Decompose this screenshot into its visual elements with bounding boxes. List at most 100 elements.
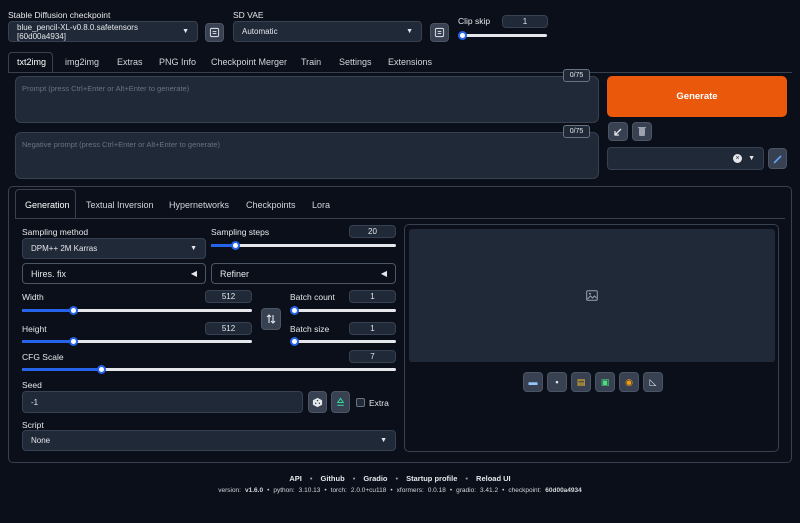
height-number[interactable]: 512 xyxy=(205,322,252,335)
vae-dropdown[interactable]: Automatic ▼ xyxy=(233,21,422,42)
save-icon: ▪ xyxy=(555,377,559,387)
recycle-icon xyxy=(336,396,345,406)
refiner-accordion[interactable]: Refiner ◀ xyxy=(211,263,396,284)
gradio-value: 3.41.2 xyxy=(480,487,499,494)
batch-size-number[interactable]: 1 xyxy=(349,322,396,335)
open-folder-button[interactable]: ▬ xyxy=(523,372,543,392)
width-number[interactable]: 512 xyxy=(205,290,252,303)
sampling-steps-label: Sampling steps xyxy=(211,227,270,237)
batch-size-slider[interactable] xyxy=(290,337,396,346)
swap-icon xyxy=(266,314,276,324)
random-seed-button[interactable] xyxy=(308,391,327,413)
swap-dimensions-button[interactable] xyxy=(261,308,281,330)
torch-prefix: torch: xyxy=(330,487,347,494)
sampling-steps-number[interactable]: 20 xyxy=(349,225,396,238)
height-label: Height xyxy=(22,324,47,334)
refresh-vae-button[interactable] xyxy=(430,23,449,42)
send-to-inpaint-button[interactable]: ◉ xyxy=(619,372,639,392)
script-label: Script xyxy=(22,420,44,430)
cfg-scale-label: CFG Scale xyxy=(22,352,64,362)
footer-separator: • xyxy=(267,487,270,494)
tab-train[interactable]: Train xyxy=(301,57,321,67)
arrow-down-left-icon xyxy=(614,128,622,136)
subtab-generation[interactable]: Generation xyxy=(25,200,70,210)
slider-thumb[interactable] xyxy=(231,241,241,250)
footer-separator: • xyxy=(465,474,469,483)
zip-button[interactable]: ▤ xyxy=(571,372,591,392)
footer-separator: • xyxy=(324,487,327,494)
tab-extras[interactable]: Extras xyxy=(117,57,143,67)
cfg-scale-slider[interactable] xyxy=(22,365,396,374)
subtab-textual-inversion[interactable]: Textual Inversion xyxy=(86,200,154,210)
styles-dropdown[interactable]: × ▼ xyxy=(607,147,764,170)
footer-separator: • xyxy=(395,474,399,483)
xformers-value: 0.0.18 xyxy=(427,487,446,494)
slider-thumb[interactable] xyxy=(290,306,299,315)
extra-checkbox[interactable] xyxy=(356,398,365,407)
subtab-lora[interactable]: Lora xyxy=(312,200,330,210)
slider-thumb[interactable] xyxy=(290,337,299,346)
negative-token-counter: 0/75 xyxy=(563,125,590,138)
height-slider[interactable] xyxy=(22,337,252,346)
footer-link-reload-ui[interactable]: Reload UI xyxy=(476,474,511,483)
edit-styles-button[interactable] xyxy=(768,148,787,169)
tab-checkpoint-merger[interactable]: Checkpoint Merger xyxy=(211,57,287,67)
refresh-checkpoint-button[interactable] xyxy=(205,23,224,42)
checkpoint-prefix: checkpoint: xyxy=(508,487,542,494)
cfg-scale-number[interactable]: 7 xyxy=(349,350,396,363)
subtab-hypernetworks[interactable]: Hypernetworks xyxy=(169,200,229,210)
script-value: None xyxy=(31,436,51,445)
slider-thumb[interactable] xyxy=(68,337,78,346)
image-placeholder-icon xyxy=(586,290,598,301)
tab-txt2img[interactable]: txt2img xyxy=(17,57,46,67)
prompt-token-counter: 0/75 xyxy=(563,69,590,82)
read-params-button[interactable] xyxy=(608,122,628,141)
footer-link-api[interactable]: API xyxy=(289,474,302,483)
send-to-extras-button[interactable]: ◺ xyxy=(643,372,663,392)
version-prefix: version: xyxy=(218,487,241,494)
prompt-input[interactable]: Prompt (press Ctrl+Enter or Alt+Enter to… xyxy=(15,76,599,123)
tab-settings[interactable]: Settings xyxy=(339,57,372,67)
sampling-method-value: DPM++ 2M Karras xyxy=(31,244,98,253)
seed-input[interactable]: -1 xyxy=(22,391,303,413)
tab-img2img[interactable]: img2img xyxy=(65,57,99,67)
subtab-checkpoints[interactable]: Checkpoints xyxy=(246,200,296,210)
footer-link-gradio[interactable]: Gradio xyxy=(363,474,387,483)
checkpoint-dropdown[interactable]: blue_pencil-XL-v0.8.0.safetensors [60d00… xyxy=(8,21,198,42)
slider-thumb[interactable] xyxy=(96,365,106,374)
send-to-img2img-button[interactable]: ▣ xyxy=(595,372,615,392)
tab-png-info[interactable]: PNG Info xyxy=(159,57,196,67)
slider-thumb[interactable] xyxy=(68,306,78,315)
checkpoint-hash: 60d00a4934 xyxy=(545,487,582,494)
sampling-method-dropdown[interactable]: DPM++ 2M Karras ▼ xyxy=(22,238,206,259)
footer-separator: • xyxy=(352,474,356,483)
chevron-down-icon: ▼ xyxy=(380,437,387,444)
footer-separator: • xyxy=(390,487,393,494)
version-value: v1.6.0 xyxy=(244,487,264,494)
footer-versions: version: v1.6.0 • python: 3.10.13 • torch:… xyxy=(0,487,800,494)
footer-separator: • xyxy=(502,487,505,494)
triangle-left-icon: ◀ xyxy=(190,269,197,278)
generate-button[interactable]: Generate xyxy=(607,76,787,117)
save-button[interactable]: ▪ xyxy=(547,372,567,392)
python-value: 3.10.13 xyxy=(298,487,321,494)
hires-fix-accordion[interactable]: Hires. fix ◀ xyxy=(22,263,206,284)
clip-skip-number[interactable]: 1 xyxy=(502,15,548,28)
script-dropdown[interactable]: None ▼ xyxy=(22,430,396,451)
sampling-steps-slider[interactable] xyxy=(211,241,396,250)
clip-skip-slider[interactable] xyxy=(458,31,547,40)
footer-link-startup-profile[interactable]: Startup profile xyxy=(406,474,457,483)
hires-fix-label: Hires. fix xyxy=(31,268,67,279)
batch-count-slider[interactable] xyxy=(290,306,396,315)
clear-selection-icon[interactable]: × xyxy=(733,154,743,163)
dice-icon xyxy=(312,397,323,407)
batch-count-number[interactable]: 1 xyxy=(349,290,396,303)
footer-link-github[interactable]: Github xyxy=(321,474,345,483)
width-slider[interactable] xyxy=(22,306,252,315)
clear-prompt-button[interactable] xyxy=(632,122,652,141)
output-action-row: ▬ ▪ ▤ ▣ ◉ ◺ xyxy=(523,372,663,392)
slider-thumb[interactable] xyxy=(458,31,467,40)
tab-extensions[interactable]: Extensions xyxy=(388,57,432,67)
negative-prompt-input[interactable]: Negative prompt (press Ctrl+Enter or Alt… xyxy=(15,132,599,179)
reuse-seed-button[interactable] xyxy=(331,391,350,413)
